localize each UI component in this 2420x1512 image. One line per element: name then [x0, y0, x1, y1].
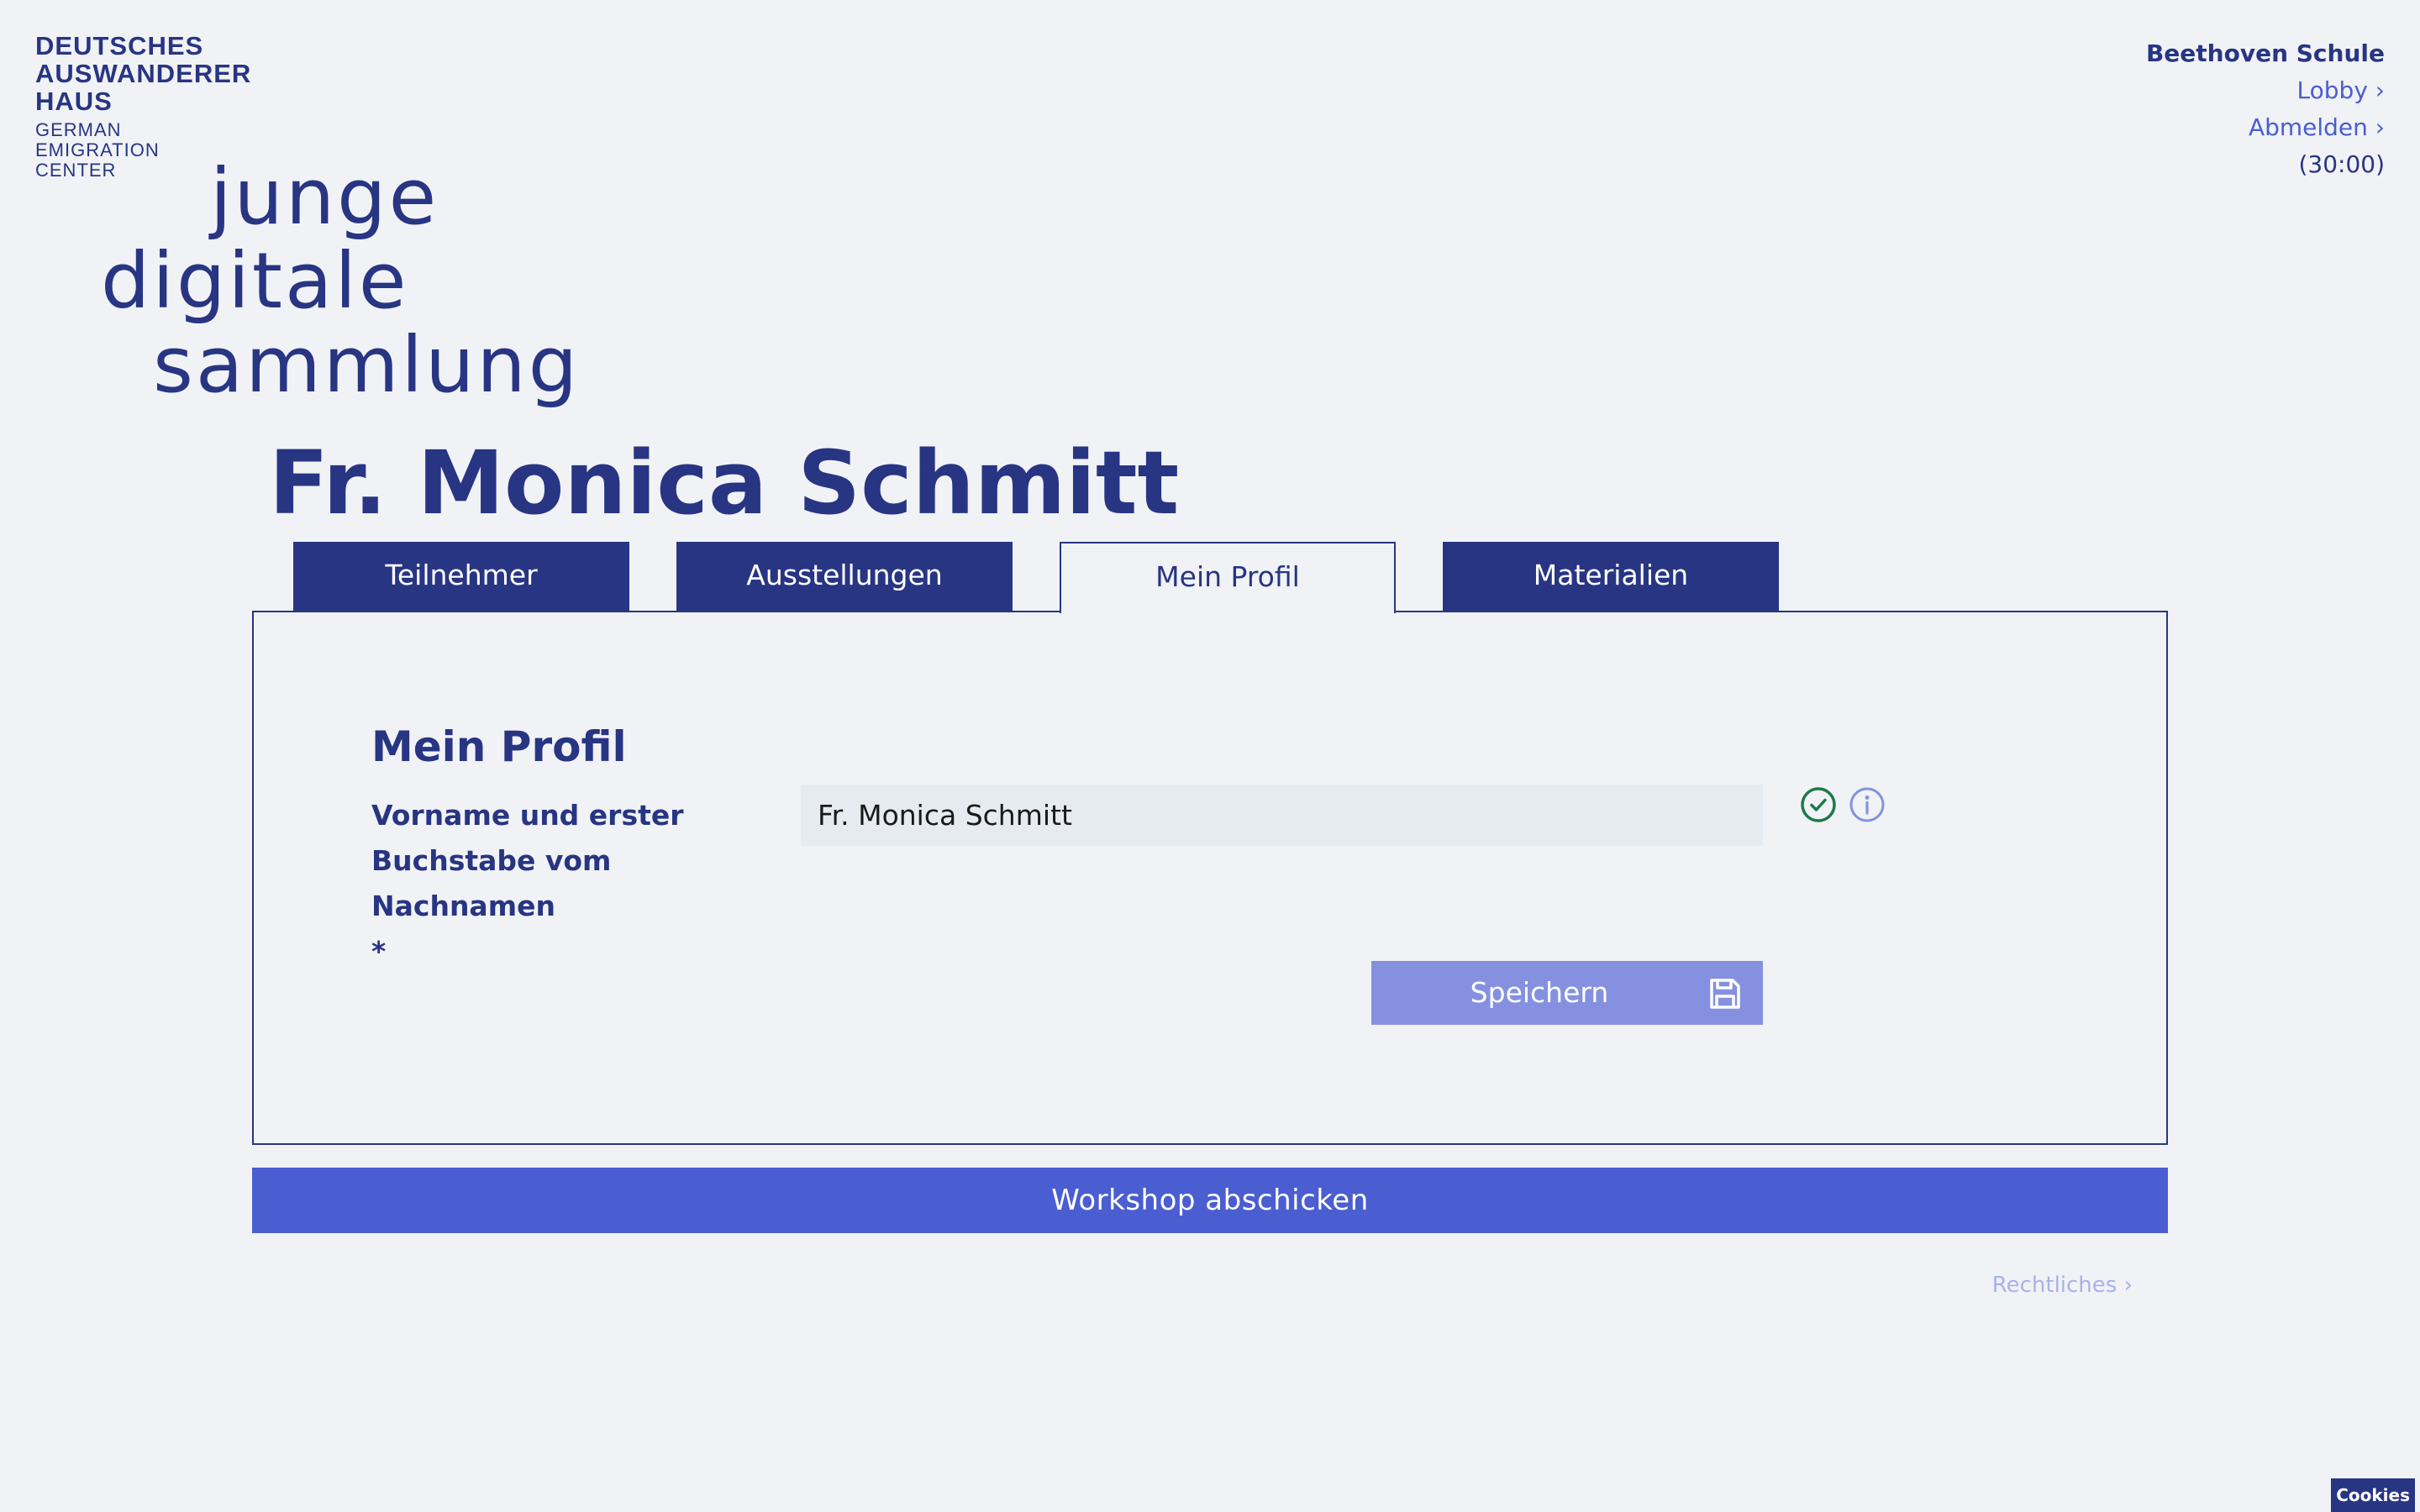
- save-button[interactable]: Speichern: [1371, 961, 1763, 1025]
- save-button-label: Speichern: [1470, 976, 1609, 1009]
- label-line: Vorname und erster: [371, 799, 684, 832]
- profile-panel: Mein Profil Vorname und erster Buchstabe…: [252, 611, 2168, 1145]
- label-line: *: [371, 935, 387, 968]
- tab-mein-profil[interactable]: Mein Profil: [1060, 542, 1396, 613]
- brand-sub-line: GERMAN: [35, 119, 122, 140]
- brand-name: DEUTSCHES AUSWANDERER HAUS: [35, 32, 251, 115]
- check-circle-icon: [1801, 787, 1836, 822]
- info-circle-icon[interactable]: [1849, 786, 1886, 823]
- brand-name-line: AUSWANDERER: [35, 59, 252, 88]
- name-input[interactable]: [801, 785, 1763, 846]
- tab-teilnehmer[interactable]: Teilnehmer: [293, 542, 629, 612]
- lobby-link[interactable]: Lobby ›: [2146, 72, 2385, 109]
- logout-link[interactable]: Abmelden ›: [2146, 109, 2385, 146]
- brand-name-line: HAUS: [35, 87, 113, 116]
- cookies-button[interactable]: Cookies: [2331, 1478, 2415, 1512]
- tab-ausstellungen[interactable]: Ausstellungen: [676, 542, 1013, 612]
- school-name: Beethoven Schule: [2145, 39, 2385, 67]
- wordmark-line: sammlung: [153, 320, 581, 410]
- page-title: Fr. Monica Schmitt: [269, 432, 1180, 534]
- tab-materialien[interactable]: Materialien: [1443, 542, 1779, 612]
- floppy-disk-icon: [1710, 979, 1740, 1009]
- brand-name-line: DEUTSCHES: [35, 31, 204, 60]
- name-field-label: Vorname und erster Buchstabe vom Nachnam…: [371, 793, 766, 974]
- wordmark-line: digitale: [101, 236, 409, 326]
- legal-link[interactable]: Rechtliches ›: [1992, 1268, 2133, 1302]
- submit-workshop-button[interactable]: Workshop abschicken: [252, 1168, 2168, 1233]
- wordmark-logo: junge digitale sammlung: [101, 155, 577, 407]
- section-title: Mein Profil: [371, 722, 627, 771]
- label-line: Buchstabe vom Nachnamen: [371, 844, 612, 922]
- session-timer: (30:00): [2298, 150, 2385, 178]
- wordmark-line: junge: [210, 152, 439, 242]
- session-info: Beethoven Schule Lobby › Abmelden › (30:…: [2146, 35, 2385, 183]
